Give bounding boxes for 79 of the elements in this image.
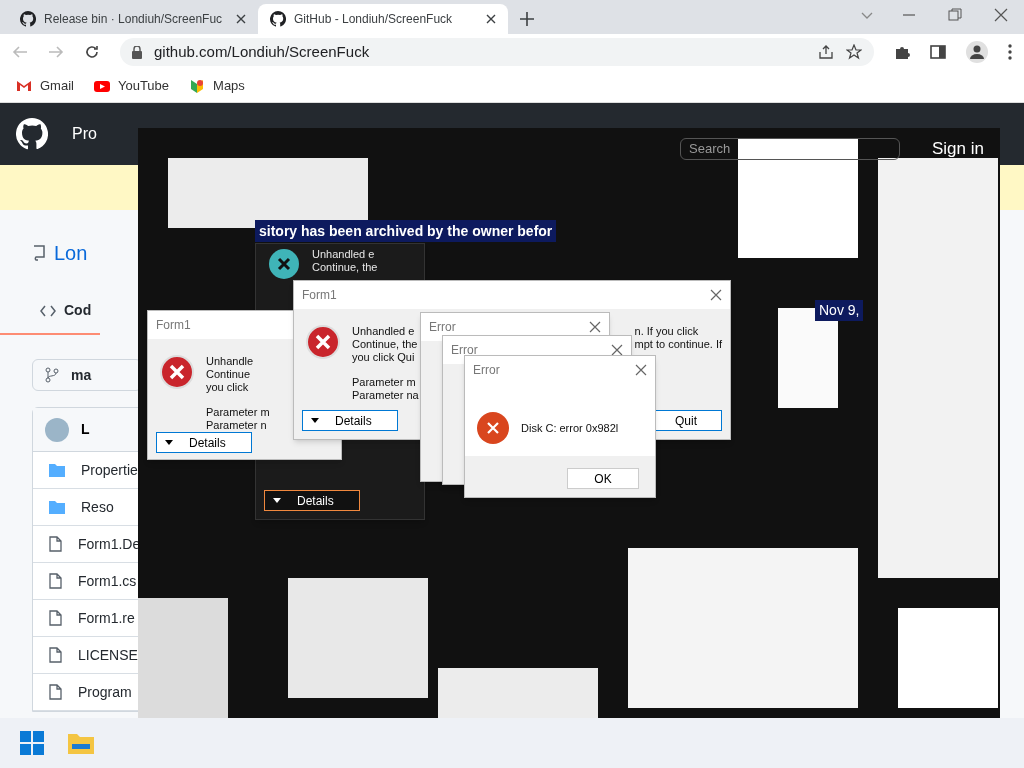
- side-panel-icon[interactable]: [930, 44, 946, 60]
- browser-tab[interactable]: GitHub - Londiuh/ScreenFuck: [258, 4, 508, 34]
- code-icon: [40, 304, 56, 317]
- repo-owner-link[interactable]: Lon: [54, 238, 88, 268]
- file-link[interactable]: Form1.cs: [78, 570, 137, 592]
- dialog-title: Error: [451, 342, 478, 359]
- map-pin-icon: [189, 78, 206, 94]
- new-tab-icon[interactable]: [520, 12, 534, 26]
- sign-in-link[interactable]: Sign in: [932, 136, 984, 162]
- dialog-title: Form1: [302, 287, 337, 304]
- details-button[interactable]: Details: [264, 490, 360, 511]
- folder-icon: [49, 500, 65, 514]
- error-icon: [160, 355, 194, 389]
- bookmark[interactable]: Maps: [189, 76, 245, 96]
- bookmark[interactable]: YouTube: [93, 76, 170, 96]
- error-icon: [268, 248, 300, 280]
- dialog-title: Error: [473, 362, 500, 379]
- gmail-icon: [16, 78, 32, 94]
- reload-icon[interactable]: [84, 44, 100, 60]
- file-link[interactable]: Form1.re: [78, 607, 135, 629]
- share-icon[interactable]: [818, 44, 834, 60]
- caret-icon: [165, 440, 173, 445]
- search-field[interactable]: Search: [680, 137, 900, 160]
- repo-icon: [32, 245, 46, 261]
- github-icon[interactable]: [16, 118, 48, 150]
- close-icon[interactable]: [611, 344, 623, 356]
- close-icon[interactable]: [486, 14, 496, 24]
- error-message: Disk C: error 0x982l: [521, 421, 619, 435]
- error-icon: [477, 412, 509, 444]
- youtube-icon: [93, 78, 110, 94]
- github-icon: [20, 11, 36, 27]
- profile-icon[interactable]: [966, 41, 988, 63]
- close-icon[interactable]: [994, 8, 1008, 22]
- close-icon[interactable]: [635, 364, 647, 376]
- github-icon: [270, 11, 286, 27]
- code-tab[interactable]: Cod: [0, 300, 100, 335]
- bookmark[interactable]: Gmail: [16, 76, 74, 96]
- caret-icon: [273, 498, 281, 503]
- file-icon: [49, 684, 62, 700]
- details-button[interactable]: Details: [302, 410, 398, 431]
- folder-icon[interactable]: [68, 732, 94, 754]
- dialog-button[interactable]: OK: [567, 468, 639, 489]
- file-link[interactable]: LICENSE: [78, 644, 138, 666]
- commit-author[interactable]: L: [81, 419, 90, 440]
- address-bar[interactable]: github.com/Londiuh/ScreenFuck: [120, 38, 874, 66]
- file-icon: [49, 536, 62, 552]
- archive-notice: sitory has been archived by the owner befor: [255, 220, 557, 242]
- restore-icon[interactable]: [948, 8, 962, 22]
- error-message: Unhandled e Continue, the: [312, 248, 378, 274]
- dialog-title: Form1: [156, 317, 191, 334]
- details-button[interactable]: Details: [156, 432, 252, 453]
- file-link[interactable]: Program: [78, 681, 132, 703]
- date-text: Nov 9,: [815, 300, 864, 321]
- error-message: Unhandled e Continue, the you click Qui: [352, 325, 419, 364]
- dialog-title: Error: [429, 319, 456, 336]
- close-icon[interactable]: [589, 321, 601, 333]
- more-icon[interactable]: [1008, 44, 1012, 60]
- parameter-text: Parameter m Parameter na: [352, 376, 419, 402]
- puzzle-icon[interactable]: [894, 44, 910, 60]
- caret-icon: [311, 418, 319, 423]
- star-icon[interactable]: [846, 44, 862, 60]
- parameter-text: Parameter m Parameter n: [206, 406, 270, 432]
- avatar: [45, 417, 69, 442]
- error-icon: [306, 325, 340, 359]
- start-icon[interactable]: [20, 731, 44, 755]
- folder-icon: [49, 463, 65, 477]
- file-icon: [49, 647, 62, 663]
- file-icon: [49, 573, 62, 589]
- nav-link[interactable]: Pro: [72, 122, 97, 146]
- lock-icon: [132, 45, 142, 59]
- error-message: n. If you click mpt to continue. If: [634, 325, 722, 351]
- file-link[interactable]: Form1.De: [78, 533, 141, 555]
- file-link[interactable]: Propertie: [81, 459, 138, 481]
- branch-icon: [45, 367, 59, 383]
- close-icon[interactable]: [710, 289, 722, 301]
- file-icon: [49, 610, 62, 626]
- close-icon[interactable]: [236, 14, 246, 24]
- file-link[interactable]: Reso: [81, 496, 114, 518]
- error-message: Unhandle Continue you click: [206, 355, 255, 394]
